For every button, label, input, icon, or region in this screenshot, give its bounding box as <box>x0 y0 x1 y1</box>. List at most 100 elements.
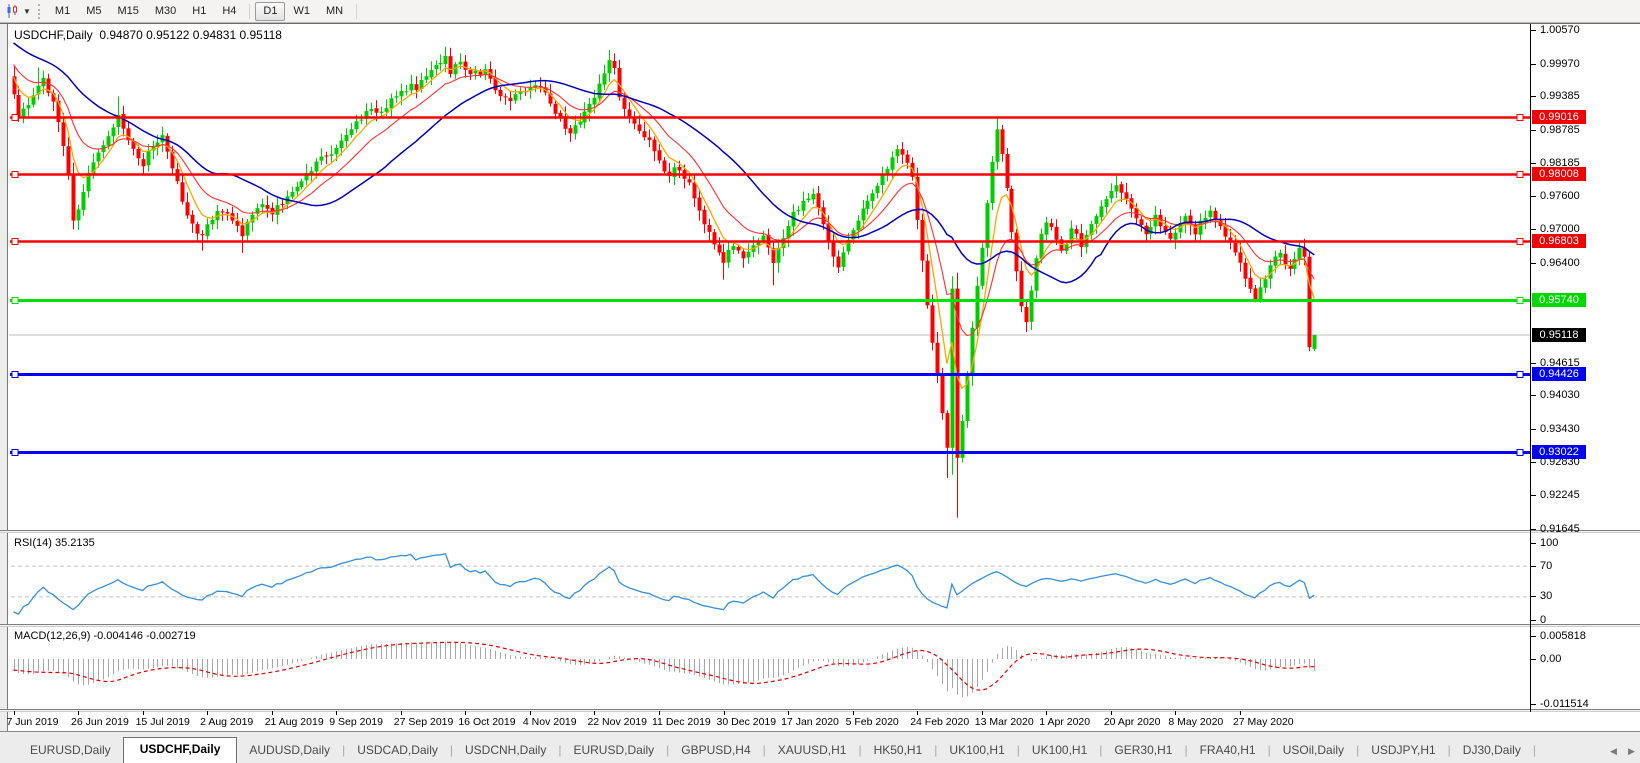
price-badge-0.95740: 0.95740 <box>1532 293 1586 307</box>
price-badge-0.96803: 0.96803 <box>1532 234 1586 248</box>
time-tick <box>1046 711 1047 715</box>
line-handle[interactable] <box>12 239 18 245</box>
time-tick-label: 7 Jun 2019 <box>7 716 59 728</box>
line-handle[interactable] <box>1517 172 1523 178</box>
line-handle[interactable] <box>1517 239 1523 245</box>
price-axis-line <box>1530 24 1531 712</box>
toolbar-grip[interactable] <box>38 4 40 19</box>
time-tick-label: 11 Dec 2019 <box>652 716 711 728</box>
price-tick <box>1531 163 1536 164</box>
time-tick <box>788 711 789 715</box>
price-tick-label: 0.97600 <box>1540 190 1580 202</box>
price-badge-0.94426: 0.94426 <box>1532 367 1586 381</box>
time-tick <box>917 711 918 715</box>
panel-separator <box>0 709 1640 712</box>
chart-symbol: USDCHF,Daily <box>14 28 93 42</box>
time-tick-label: 1 Apr 2020 <box>1039 716 1090 728</box>
timeframe-button-m15[interactable]: M15 <box>109 2 146 21</box>
time-tick <box>724 711 725 715</box>
chart-tab-usdcnh-daily[interactable]: USDCNH,Daily <box>453 739 558 763</box>
chart-tab-fra40-h1[interactable]: FRA40,H1 <box>1188 739 1268 763</box>
timeframe-button-h4[interactable]: H4 <box>214 2 244 21</box>
timeframe-button-d1[interactable]: D1 <box>255 2 285 21</box>
timeframe-toolbar: ▼ M1M5M15M30H1H4 D1W1MN <box>0 0 1640 23</box>
chart-tab-usdchf-daily[interactable]: USDCHF,Daily <box>123 737 238 763</box>
time-tick <box>78 711 79 715</box>
line-handle[interactable] <box>12 450 18 456</box>
rsi-tick <box>1531 596 1536 597</box>
timeframe-button-m30[interactable]: M30 <box>147 2 184 21</box>
time-tick-label: 16 Oct 2019 <box>458 716 515 728</box>
chart-ohlc-values: 0.94870 0.95122 0.94831 0.95118 <box>99 28 282 42</box>
timeframe-button-h1[interactable]: H1 <box>184 2 214 21</box>
time-tick-label: 20 Apr 2020 <box>1104 716 1161 728</box>
price-tick-label: 1.00570 <box>1540 24 1580 36</box>
price-tick-label: 0.98785 <box>1540 124 1580 136</box>
price-tick <box>1531 495 1536 496</box>
macd-signal-line <box>14 642 1315 690</box>
toolbar-separator <box>356 4 357 19</box>
line-handle[interactable] <box>12 298 18 304</box>
price-tick <box>1531 263 1536 264</box>
chart-tab-gbpusd-h4[interactable]: GBPUSD,H4 <box>669 739 762 763</box>
time-tick-label: 27 May 2020 <box>1233 716 1294 728</box>
line-handle[interactable] <box>1517 115 1523 121</box>
line-handle[interactable] <box>1517 450 1523 456</box>
price-tick <box>1531 229 1536 230</box>
chart-tab-hk50-h1[interactable]: HK50,H1 <box>862 739 935 763</box>
rsi-line <box>14 554 1315 614</box>
line-handle[interactable] <box>1517 372 1523 378</box>
chart-tab-dj30-daily[interactable]: DJ30,Daily <box>1451 739 1533 763</box>
line-handle[interactable] <box>12 372 18 378</box>
price-chart-canvas[interactable] <box>9 24 1530 530</box>
macd-tick <box>1531 659 1536 660</box>
chevron-down-icon[interactable]: ▼ <box>23 7 31 16</box>
rsi-tick-label: 30 <box>1540 590 1552 602</box>
timeframe-button-w1[interactable]: W1 <box>285 2 318 21</box>
chart-tab-usoil-daily[interactable]: USOil,Daily <box>1271 739 1356 763</box>
macd-label: MACD(12,26,9) -0.004146 -0.002719 <box>14 630 196 642</box>
price-badge-0.95118: 0.95118 <box>1532 328 1586 342</box>
time-tick-label: 17 Jan 2020 <box>781 716 839 728</box>
time-tick <box>853 711 854 715</box>
line-handle[interactable] <box>12 115 18 121</box>
timeframe-buttons: M1M5M15M30H1H4 D1W1MN <box>47 2 362 21</box>
tab-scroll-left-icon[interactable]: ◀ <box>1610 746 1617 757</box>
rsi-label: RSI(14) 35.2135 <box>14 537 95 549</box>
timeframe-button-mn[interactable]: MN <box>318 2 351 21</box>
price-tick-label: 0.92245 <box>1540 489 1580 501</box>
time-tick-label: 30 Dec 2019 <box>717 716 777 728</box>
chart-tab-usdjpy-h1[interactable]: USDJPY,H1 <box>1359 739 1447 763</box>
chart-title: USDCHF,Daily 0.94870 0.95122 0.94831 0.9… <box>14 28 282 42</box>
chart-tab-eurusd-daily[interactable]: EURUSD,Daily <box>561 739 666 763</box>
time-tick-label: 8 May 2020 <box>1168 716 1223 728</box>
time-tick-label: 21 Aug 2019 <box>265 716 324 728</box>
time-tick <box>336 711 337 715</box>
time-tick <box>272 711 273 715</box>
time-tick-label: 26 Jun 2019 <box>71 716 129 728</box>
price-tick <box>1531 96 1536 97</box>
line-handle[interactable] <box>12 172 18 178</box>
price-tick <box>1531 64 1536 65</box>
tab-scroll-right-icon[interactable]: ▶ <box>1628 746 1635 757</box>
macd-tick-label: 0.00 <box>1540 653 1561 665</box>
chart-tab-uk100-h1[interactable]: UK100,H1 <box>937 739 1016 763</box>
chart-tab-uk100-h1[interactable]: UK100,H1 <box>1020 739 1099 763</box>
chart-tab-usdcad-daily[interactable]: USDCAD,Daily <box>345 739 450 763</box>
line-handle[interactable] <box>1517 298 1523 304</box>
price-tick-label: 0.99385 <box>1540 90 1580 102</box>
macd-indicator-canvas[interactable] <box>9 627 1530 709</box>
time-tick <box>594 711 595 715</box>
chart-tab-xauusd-h1[interactable]: XAUUSD,H1 <box>766 739 859 763</box>
candlestick-chart-icon[interactable] <box>4 2 22 20</box>
chart-tab-eurusd-daily[interactable]: EURUSD,Daily <box>18 739 123 763</box>
timeframe-button-m5[interactable]: M5 <box>78 2 109 21</box>
chart-tab-audusd-daily[interactable]: AUDUSD,Daily <box>237 739 342 763</box>
rsi-indicator-canvas[interactable] <box>9 533 1530 624</box>
timeframe-button-m1[interactable]: M1 <box>47 2 78 21</box>
time-tick <box>14 711 15 715</box>
time-tick <box>207 711 208 715</box>
time-tick <box>1111 711 1112 715</box>
chart-tab-ger30-h1[interactable]: GER30,H1 <box>1102 739 1184 763</box>
price-tick <box>1531 395 1536 396</box>
